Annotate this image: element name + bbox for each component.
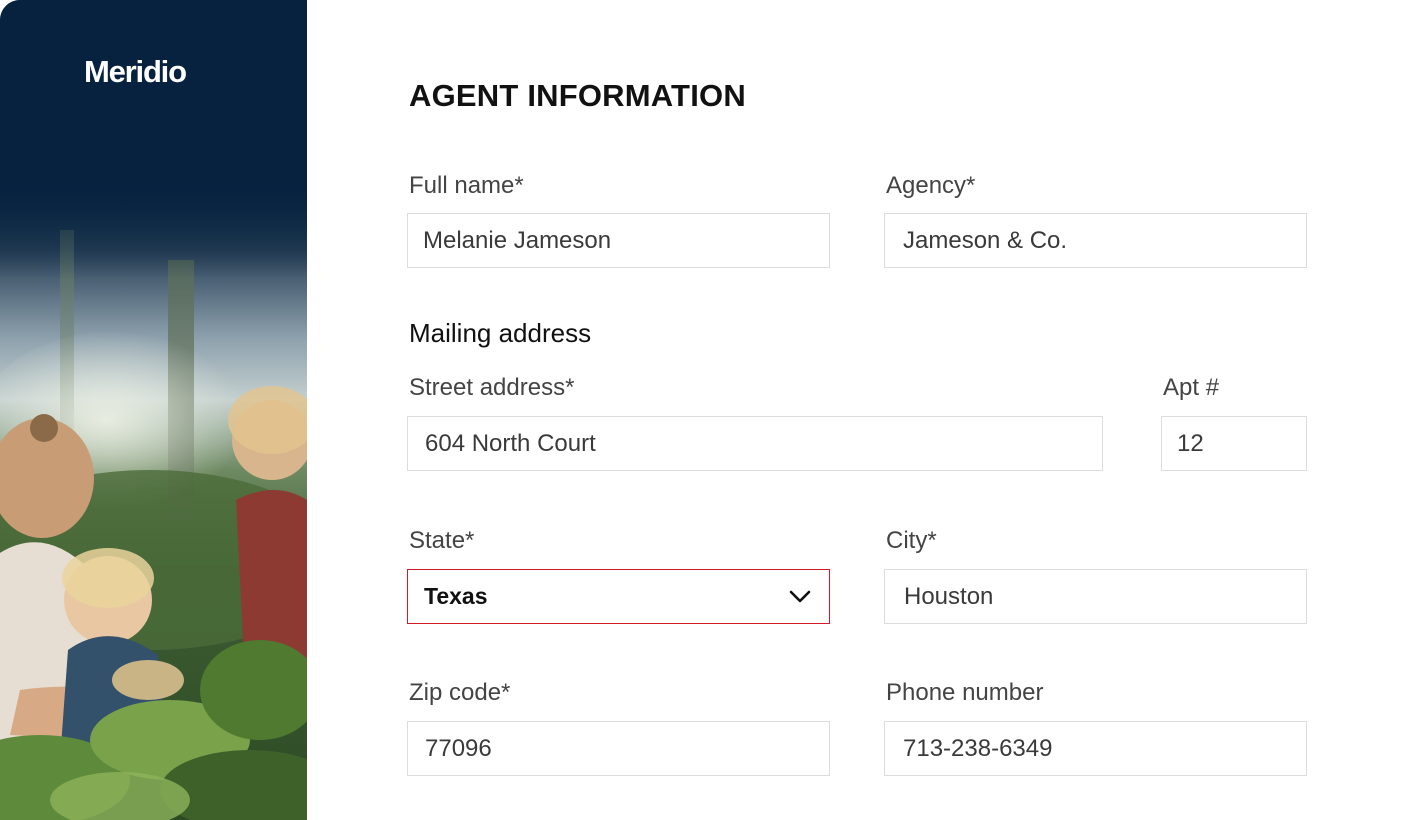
state-selected-value: Texas (424, 583, 488, 609)
apt-value: 12 (1177, 429, 1204, 457)
full-name-input[interactable]: Melanie Jameson (407, 213, 830, 268)
state-select[interactable]: Texas (407, 569, 830, 624)
brand-logo: Meridio (84, 54, 187, 89)
family-garden-photo (0, 0, 307, 820)
phone-number-input[interactable]: 713-238-6349 (884, 721, 1307, 776)
mailing-address-heading: Mailing address (409, 318, 592, 348)
zip-code-input[interactable]: 77096 (407, 721, 830, 776)
zip-code-label: Zip code* (409, 679, 511, 706)
agency-value: Jameson & Co. (903, 226, 1068, 254)
apt-input[interactable]: 12 (1161, 416, 1307, 471)
page-title: AGENT INFORMATION (409, 78, 746, 113)
street-address-label: Street address* (409, 374, 575, 401)
zip-code-value: 77096 (425, 734, 492, 762)
full-name-label: Full name* (409, 172, 524, 199)
agency-label: Agency* (886, 172, 976, 199)
city-value: Houston (904, 582, 994, 610)
street-address-value: 604 North Court (425, 429, 596, 457)
apt-label: Apt # (1163, 374, 1220, 401)
street-address-input[interactable]: 604 North Court (407, 416, 1103, 471)
state-label: State* (409, 527, 475, 554)
city-input[interactable]: Houston (884, 569, 1307, 624)
phone-number-value: 713-238-6349 (903, 734, 1053, 762)
phone-number-label: Phone number (886, 679, 1044, 706)
side-panel: Meridio (0, 0, 307, 820)
agent-information-page: Meridio AGENT INFORMATION Full name* Mel… (0, 0, 1422, 820)
chevron-down-icon (789, 590, 811, 602)
city-label: City* (886, 527, 937, 554)
full-name-value: Melanie Jameson (423, 226, 612, 254)
agency-input[interactable]: Jameson & Co. (884, 213, 1307, 268)
